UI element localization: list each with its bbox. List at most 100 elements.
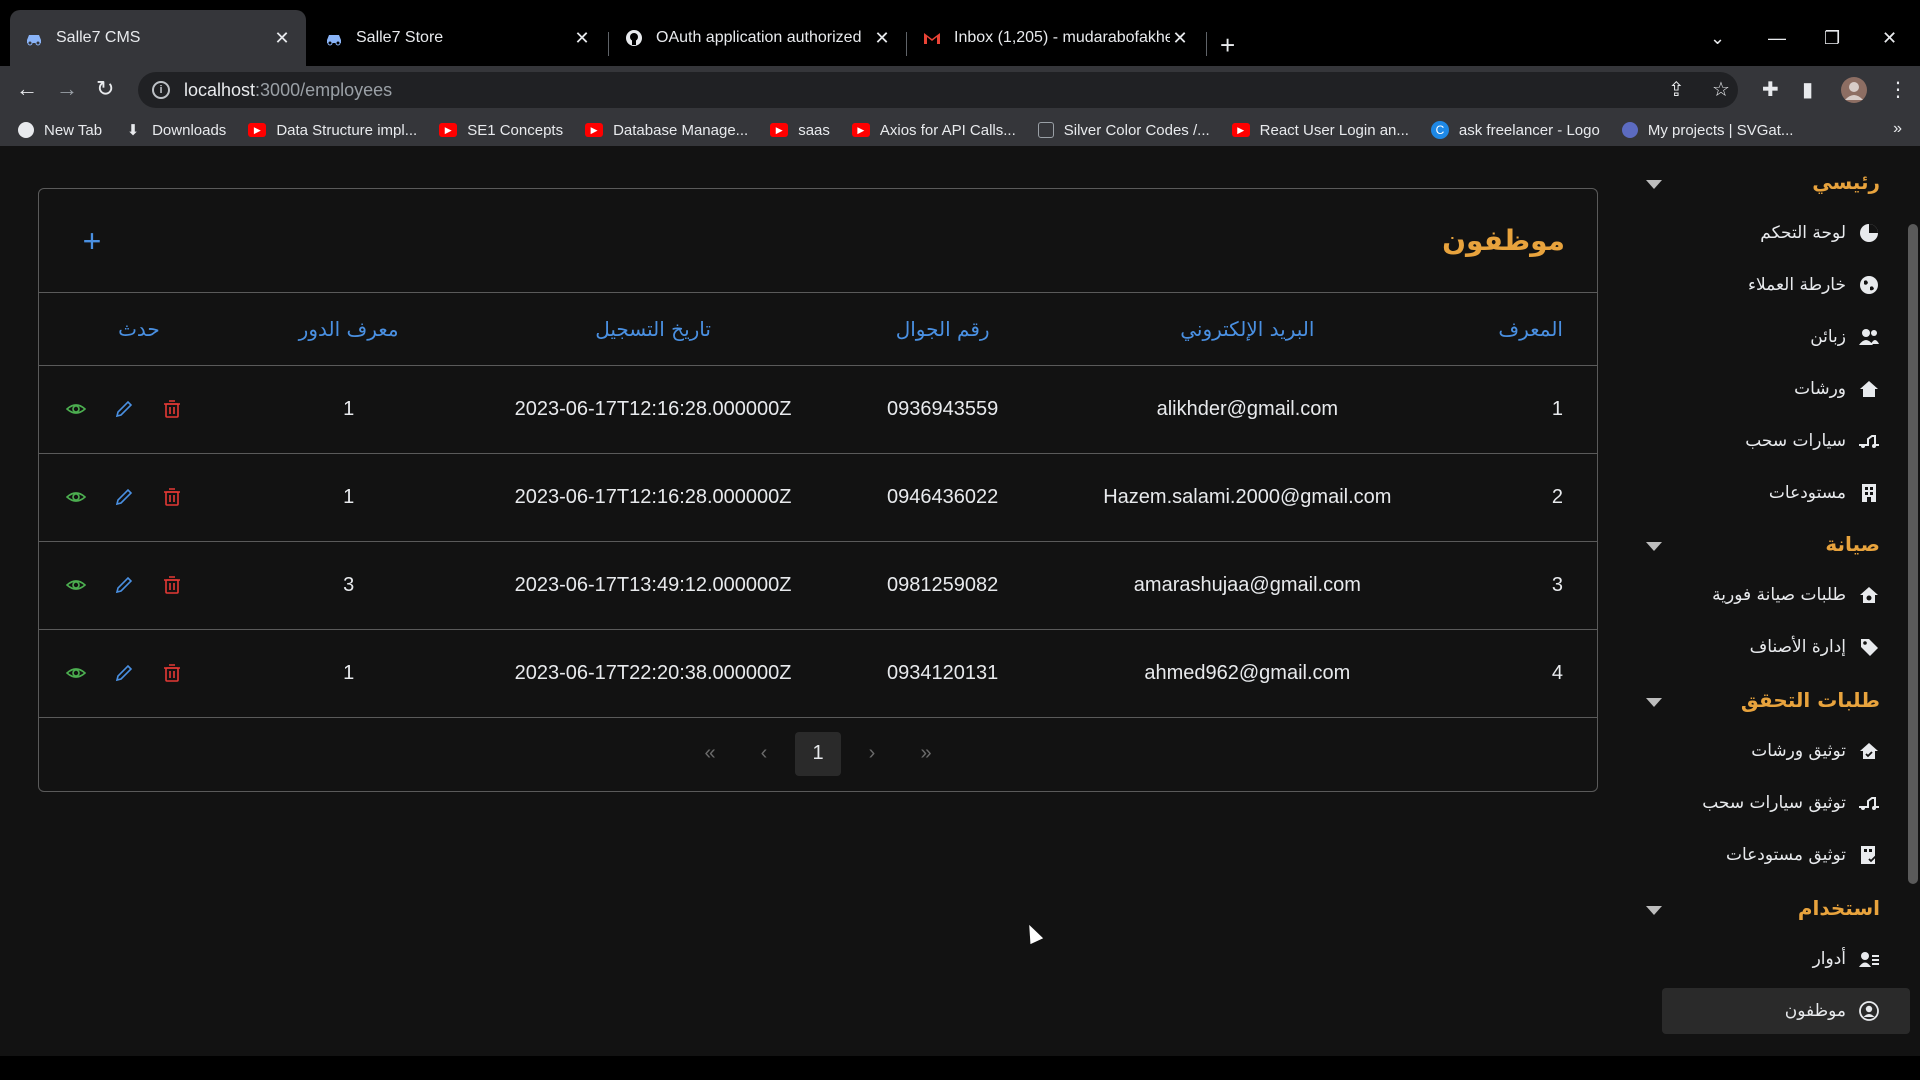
sidebar-item-warehouses[interactable]: مستودعات <box>1662 470 1910 516</box>
bookmark-item[interactable]: ▶ Database Manage... <box>585 122 748 139</box>
extensions-icon[interactable]: ✚ <box>1762 78 1779 102</box>
tow-truck-icon <box>1858 792 1880 814</box>
sidebar-section-usage[interactable]: استخدام <box>1798 896 1880 920</box>
bookmark-label: Silver Color Codes /... <box>1063 121 1210 139</box>
globe-icon <box>1858 274 1880 296</box>
sidebar-item-instant-maintenance[interactable]: طلبات صيانة فورية <box>1662 572 1910 618</box>
chevron-down-icon[interactable] <box>1646 542 1662 551</box>
tab-salle7-store[interactable]: Salle7 Store ✕ <box>310 10 606 66</box>
chevron-down-icon[interactable] <box>1646 698 1662 707</box>
tab-gmail[interactable]: Inbox (1,205) - mudarabofakher@ ✕ <box>908 10 1204 66</box>
edit-icon[interactable] <box>113 486 135 508</box>
edit-icon[interactable] <box>113 398 135 420</box>
cell-role: 1 <box>238 365 459 454</box>
employees-table: المعرف البريد الإلكتروني رقم الجوال تاري… <box>39 293 1597 718</box>
tow-truck-icon <box>1858 430 1880 452</box>
bookmark-item[interactable]: Cask freelancer - Logo <box>1430 121 1600 139</box>
youtube-icon: ▶ <box>851 123 870 137</box>
bookmark-item[interactable]: My projects | SVGat... <box>1621 122 1793 139</box>
sidebar-item-dashboard[interactable]: لوحة التحكم <box>1662 210 1910 256</box>
close-icon[interactable]: ✕ <box>272 28 292 48</box>
youtube-icon: ▶ <box>439 123 458 137</box>
column-header-id[interactable]: المعرف <box>1457 293 1597 366</box>
minimize-icon[interactable]: — <box>1768 28 1786 49</box>
view-icon[interactable] <box>65 574 87 596</box>
column-header-phone[interactable]: رقم الجوال <box>847 293 1038 366</box>
next-page-button[interactable]: › <box>849 732 895 776</box>
edit-icon[interactable] <box>113 662 135 684</box>
bookmark-item[interactable]: ▶ React User Login an... <box>1231 122 1409 139</box>
sidebar-scrollbar[interactable] <box>1908 224 1918 884</box>
tab-salle7-cms[interactable]: Salle7 CMS ✕ <box>10 10 306 66</box>
sidebar-item-categories[interactable]: إدارة الأصناف <box>1662 624 1910 670</box>
tab-title: Salle7 CMS <box>56 29 141 46</box>
restore-icon[interactable]: ❐ <box>1824 28 1840 49</box>
reload-icon[interactable]: ↻ <box>96 76 114 102</box>
bookmark-item[interactable]: ▶ Axios for API Calls... <box>851 122 1016 139</box>
forward-icon[interactable]: → <box>56 76 78 102</box>
sidebar-item-customers[interactable]: زبائن <box>1662 314 1910 360</box>
bookmark-item[interactable]: New Tab <box>18 122 102 139</box>
sidebar: رئيسي لوحة التحكم خارطة العملاء زبائن ور… <box>1636 146 1910 1056</box>
bookmark-label: Database Manage... <box>613 121 749 139</box>
bookmark-item[interactable]: Silver Color Codes /... <box>1037 121 1210 139</box>
sidebar-item-roles[interactable]: أدوار <box>1662 936 1910 982</box>
cell-date: 2023-06-17T12:16:28.000000Z <box>458 365 848 454</box>
avatar[interactable] <box>1840 76 1868 110</box>
bookmark-item[interactable]: ▶ Data Structure impl... <box>248 122 417 139</box>
delete-icon[interactable] <box>161 574 183 596</box>
menu-dots-icon[interactable]: ⋮ <box>1888 78 1908 102</box>
view-icon[interactable] <box>65 662 87 684</box>
share-icon[interactable]: ⇪ <box>1668 78 1685 102</box>
sidebar-item-tow-trucks[interactable]: سيارات سحب <box>1662 418 1910 464</box>
delete-icon[interactable] <box>161 486 183 508</box>
column-header-email[interactable]: البريد الإلكتروني <box>1037 293 1458 366</box>
cell-actions <box>39 365 239 454</box>
delete-icon[interactable] <box>161 398 183 420</box>
home-check-icon <box>1858 740 1880 762</box>
sidebar-item-customer-map[interactable]: خارطة العملاء <box>1662 262 1910 308</box>
bookmark-item[interactable]: ▶ saas <box>770 122 830 139</box>
bookmarks-overflow-icon[interactable]: » <box>1893 120 1902 138</box>
sidebar-item-verify-tow-trucks[interactable]: توثيق سيارات سحب <box>1662 780 1910 826</box>
back-icon[interactable]: ← <box>16 76 38 102</box>
sidebar-section-maintenance[interactable]: صيانة <box>1825 532 1880 556</box>
first-page-button[interactable]: « <box>687 732 733 776</box>
column-header-date[interactable]: تاريخ التسجيل <box>458 293 848 366</box>
bookmark-star-icon[interactable]: ☆ <box>1712 78 1730 102</box>
prev-page-button[interactable]: ‹ <box>741 732 787 776</box>
taskbar-band <box>0 1056 1920 1080</box>
last-page-button[interactable]: » <box>903 732 949 776</box>
add-employee-button[interactable]: + <box>77 225 107 257</box>
view-icon[interactable] <box>65 486 87 508</box>
page-number-button[interactable]: 1 <box>795 731 841 776</box>
edit-icon[interactable] <box>113 574 135 596</box>
close-icon[interactable]: ✕ <box>872 28 892 48</box>
close-window-icon[interactable]: ✕ <box>1882 28 1897 49</box>
table-row: 1 alikhder@gmail.com 0936943559 2023-06-… <box>39 365 1597 454</box>
view-icon[interactable] <box>65 398 87 420</box>
bookmark-label: saas <box>798 121 830 139</box>
new-tab-button[interactable]: + <box>1220 30 1235 60</box>
chevron-down-icon[interactable] <box>1646 906 1662 915</box>
site-info-icon[interactable]: i <box>152 81 170 99</box>
tab-oauth[interactable]: OAuth application authorized ✕ <box>610 10 906 66</box>
sidebar-item-verify-workshops[interactable]: توثيق ورشات <box>1662 728 1910 774</box>
column-header-role[interactable]: معرف الدور <box>238 293 459 366</box>
sidebar-item-workshops[interactable]: ورشات <box>1662 366 1910 412</box>
close-icon[interactable]: ✕ <box>1170 28 1190 48</box>
close-icon[interactable]: ✕ <box>572 28 592 48</box>
sidebar-section-main[interactable]: رئيسي <box>1812 170 1880 194</box>
cell-phone: 0936943559 <box>847 365 1038 454</box>
bookmark-item[interactable]: ▶ SE1 Concepts <box>439 122 563 139</box>
sidebar-item-verify-warehouses[interactable]: توثيق مستودعات <box>1662 832 1910 878</box>
sidebar-section-verification[interactable]: طلبات التحقق <box>1741 688 1880 712</box>
bookmark-item[interactable]: ⬇ Downloads <box>124 122 227 140</box>
side-panel-icon[interactable]: ▮ <box>1802 78 1813 102</box>
tab-search-icon[interactable]: ⌄ <box>1710 28 1725 49</box>
delete-icon[interactable] <box>161 662 183 684</box>
address-bar[interactable]: i localhost:3000/employees <box>138 72 1738 108</box>
chevron-down-icon[interactable] <box>1646 180 1662 189</box>
sidebar-item-employees[interactable]: موظفون <box>1662 988 1910 1034</box>
sidebar-item-label: خارطة العملاء <box>1747 275 1846 295</box>
